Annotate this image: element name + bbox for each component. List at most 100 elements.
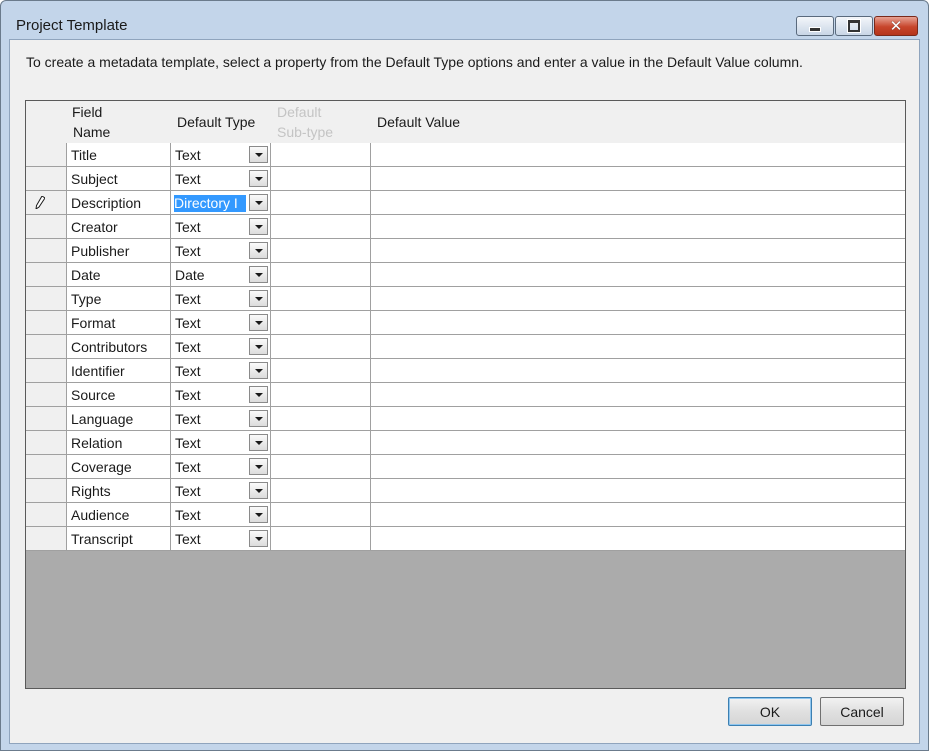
default-subtype-cell[interactable] <box>271 311 371 335</box>
table-row[interactable]: Publisher Text <box>26 239 905 263</box>
ok-button[interactable]: OK <box>728 697 812 726</box>
table-row[interactable]: Coverage Text <box>26 455 905 479</box>
default-subtype-cell[interactable] <box>271 239 371 263</box>
default-type-combo[interactable]: Text <box>171 215 271 239</box>
default-subtype-cell[interactable] <box>271 191 371 215</box>
default-type-combo[interactable]: Text <box>171 143 271 167</box>
default-value-cell[interactable] <box>371 143 905 167</box>
default-type-combo[interactable]: Text <box>171 407 271 431</box>
row-selector[interactable] <box>26 239 67 263</box>
default-value-cell[interactable] <box>371 287 905 311</box>
default-value-cell[interactable] <box>371 335 905 359</box>
default-value-cell[interactable] <box>371 455 905 479</box>
row-selector[interactable] <box>26 479 67 503</box>
default-type-combo[interactable]: Text <box>171 167 271 191</box>
table-row[interactable]: Audience Text <box>26 503 905 527</box>
row-selector[interactable] <box>26 455 67 479</box>
table-row[interactable]: Source Text <box>26 383 905 407</box>
minimize-button[interactable] <box>796 16 834 36</box>
default-value-cell[interactable] <box>371 431 905 455</box>
row-selector[interactable] <box>26 407 67 431</box>
default-value-cell[interactable] <box>371 359 905 383</box>
default-subtype-cell[interactable] <box>271 455 371 479</box>
table-row[interactable]: Creator Text <box>26 215 905 239</box>
dropdown-button[interactable] <box>249 242 268 259</box>
dropdown-button[interactable] <box>249 506 268 523</box>
default-value-cell[interactable] <box>371 191 905 215</box>
row-selector[interactable] <box>26 359 67 383</box>
default-subtype-cell[interactable] <box>271 479 371 503</box>
dropdown-button[interactable] <box>249 266 268 283</box>
default-type-combo[interactable]: Text <box>171 287 271 311</box>
dropdown-button[interactable] <box>249 530 268 547</box>
header-default-value[interactable]: Default Value <box>377 101 577 143</box>
dropdown-button[interactable] <box>249 338 268 355</box>
dropdown-button[interactable] <box>249 218 268 235</box>
default-subtype-cell[interactable] <box>271 167 371 191</box>
cancel-button[interactable]: Cancel <box>820 697 904 726</box>
default-subtype-cell[interactable] <box>271 143 371 167</box>
dropdown-button[interactable] <box>249 458 268 475</box>
dropdown-button[interactable] <box>249 434 268 451</box>
dropdown-button[interactable] <box>249 194 268 211</box>
row-selector[interactable] <box>26 287 67 311</box>
row-selector[interactable] <box>26 167 67 191</box>
default-subtype-cell[interactable] <box>271 431 371 455</box>
title-bar[interactable]: Project Template ✕ <box>1 1 928 39</box>
metadata-grid[interactable]: Field Name Default Type Default Sub-type… <box>25 100 906 689</box>
default-value-cell[interactable] <box>371 383 905 407</box>
default-type-combo[interactable]: Date <box>171 263 271 287</box>
table-row[interactable]: Type Text <box>26 287 905 311</box>
table-row[interactable]: Rights Text <box>26 479 905 503</box>
row-selector[interactable] <box>26 263 67 287</box>
default-value-cell[interactable] <box>371 311 905 335</box>
dropdown-button[interactable] <box>249 410 268 427</box>
row-selector[interactable] <box>26 215 67 239</box>
default-type-combo[interactable]: Text <box>171 359 271 383</box>
table-row[interactable]: Subject Text <box>26 167 905 191</box>
default-subtype-cell[interactable] <box>271 407 371 431</box>
dropdown-button[interactable] <box>249 146 268 163</box>
table-row[interactable]: Date Date <box>26 263 905 287</box>
default-type-combo[interactable]: Text <box>171 431 271 455</box>
default-type-combo[interactable]: Text <box>171 479 271 503</box>
close-button[interactable]: ✕ <box>874 16 918 36</box>
dropdown-button[interactable] <box>249 290 268 307</box>
default-type-combo[interactable]: Text <box>171 335 271 359</box>
dropdown-button[interactable] <box>249 386 268 403</box>
default-subtype-cell[interactable] <box>271 263 371 287</box>
dropdown-button[interactable] <box>249 482 268 499</box>
default-value-cell[interactable] <box>371 479 905 503</box>
table-row[interactable]: Title Text <box>26 143 905 167</box>
default-subtype-cell[interactable] <box>271 527 371 551</box>
row-selector[interactable] <box>26 335 67 359</box>
table-row[interactable]: Identifier Text <box>26 359 905 383</box>
default-type-combo[interactable]: Text <box>171 455 271 479</box>
default-type-combo[interactable]: Text <box>171 527 271 551</box>
default-subtype-cell[interactable] <box>271 335 371 359</box>
default-value-cell[interactable] <box>371 239 905 263</box>
row-selector[interactable] <box>26 191 67 215</box>
default-subtype-cell[interactable] <box>271 287 371 311</box>
row-selector[interactable] <box>26 383 67 407</box>
default-subtype-cell[interactable] <box>271 215 371 239</box>
default-type-combo[interactable]: Text <box>171 503 271 527</box>
dropdown-button[interactable] <box>249 170 268 187</box>
default-value-cell[interactable] <box>371 215 905 239</box>
maximize-button[interactable] <box>835 16 873 36</box>
dropdown-button[interactable] <box>249 314 268 331</box>
default-subtype-cell[interactable] <box>271 503 371 527</box>
default-type-combo[interactable]: Text <box>171 383 271 407</box>
default-value-cell[interactable] <box>371 527 905 551</box>
row-selector[interactable] <box>26 431 67 455</box>
row-selector[interactable] <box>26 311 67 335</box>
default-subtype-cell[interactable] <box>271 359 371 383</box>
default-value-cell[interactable] <box>371 503 905 527</box>
row-selector[interactable] <box>26 143 67 167</box>
default-value-cell[interactable] <box>371 407 905 431</box>
default-type-combo[interactable]: Text <box>171 311 271 335</box>
default-type-combo[interactable]: Text <box>171 239 271 263</box>
default-subtype-cell[interactable] <box>271 383 371 407</box>
dropdown-button[interactable] <box>249 362 268 379</box>
default-value-cell[interactable] <box>371 167 905 191</box>
